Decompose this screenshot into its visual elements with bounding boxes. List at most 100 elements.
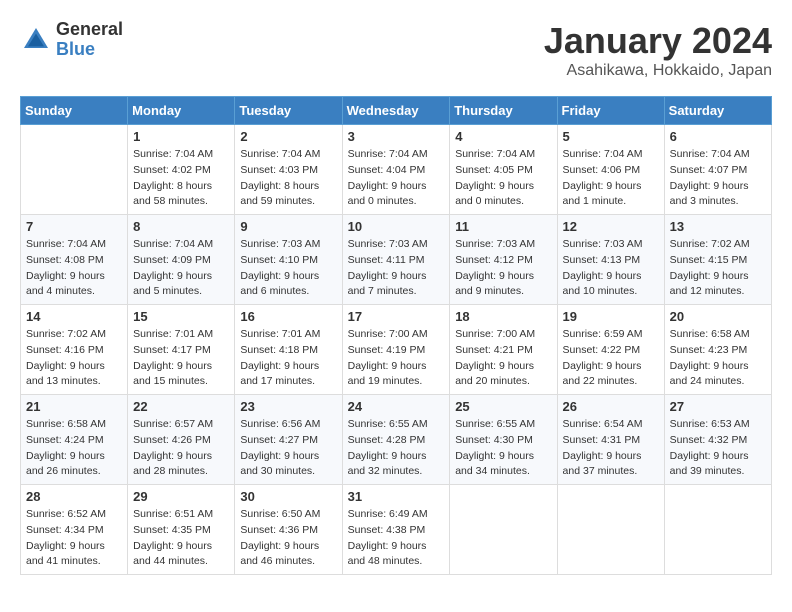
day-info: Sunrise: 6:53 AMSunset: 4:32 PMDaylight:… — [670, 417, 766, 480]
day-number: 22 — [133, 399, 229, 414]
day-number: 25 — [455, 399, 551, 414]
day-cell: 26 Sunrise: 6:54 AMSunset: 4:31 PMDayligh… — [557, 395, 664, 485]
week-row-5: 28 Sunrise: 6:52 AMSunset: 4:34 PMDayligh… — [21, 485, 772, 575]
day-number: 8 — [133, 219, 229, 234]
day-info: Sunrise: 7:03 AMSunset: 4:12 PMDaylight:… — [455, 237, 551, 300]
day-cell — [21, 125, 128, 215]
header-friday: Friday — [557, 97, 664, 125]
calendar-table: SundayMondayTuesdayWednesdayThursdayFrid… — [20, 96, 772, 575]
day-number: 28 — [26, 489, 122, 504]
day-number: 15 — [133, 309, 229, 324]
day-cell: 20 Sunrise: 6:58 AMSunset: 4:23 PMDayligh… — [664, 305, 771, 395]
header-saturday: Saturday — [664, 97, 771, 125]
day-info: Sunrise: 7:01 AMSunset: 4:17 PMDaylight:… — [133, 327, 229, 390]
day-number: 20 — [670, 309, 766, 324]
day-cell: 31Sunrise: 6:49 AMSunset: 4:38 PMDayligh… — [342, 485, 450, 575]
day-cell: 15 Sunrise: 7:01 AMSunset: 4:17 PMDayligh… — [128, 305, 235, 395]
day-info: Sunrise: 7:02 AMSunset: 4:16 PMDaylight:… — [26, 327, 122, 390]
day-cell: 13 Sunrise: 7:02 AMSunset: 4:15 PMDayligh… — [664, 215, 771, 305]
day-cell: 9 Sunrise: 7:03 AMSunset: 4:10 PMDaylight… — [235, 215, 342, 305]
day-cell: 25 Sunrise: 6:55 AMSunset: 4:30 PMDayligh… — [450, 395, 557, 485]
day-number: 14 — [26, 309, 122, 324]
header-wednesday: Wednesday — [342, 97, 450, 125]
day-info: Sunrise: 7:00 AMSunset: 4:19 PMDaylight:… — [348, 327, 445, 390]
day-cell: 17Sunrise: 7:00 AMSunset: 4:19 PMDayligh… — [342, 305, 450, 395]
day-cell: 29 Sunrise: 6:51 AMSunset: 4:35 PMDayligh… — [128, 485, 235, 575]
day-number: 31 — [348, 489, 445, 504]
day-cell: 14 Sunrise: 7:02 AMSunset: 4:16 PMDayligh… — [21, 305, 128, 395]
day-number: 9 — [240, 219, 336, 234]
page-header: General Blue January 2024 Asahikawa, Hok… — [20, 20, 772, 80]
header-monday: Monday — [128, 97, 235, 125]
day-info: Sunrise: 6:57 AMSunset: 4:26 PMDaylight:… — [133, 417, 229, 480]
day-number: 23 — [240, 399, 336, 414]
day-info: Sunrise: 7:04 AMSunset: 4:05 PMDaylight:… — [455, 147, 551, 210]
day-cell: 27 Sunrise: 6:53 AMSunset: 4:32 PMDayligh… — [664, 395, 771, 485]
day-cell: 10 Sunrise: 7:03 AMSunset: 4:11 PMDayligh… — [342, 215, 450, 305]
day-info: Sunrise: 7:03 AMSunset: 4:11 PMDaylight:… — [348, 237, 445, 300]
day-number: 24 — [348, 399, 445, 414]
day-info: Sunrise: 7:04 AMSunset: 4:07 PMDaylight:… — [670, 147, 766, 210]
day-cell: 30 Sunrise: 6:50 AMSunset: 4:36 PMDayligh… — [235, 485, 342, 575]
day-number: 27 — [670, 399, 766, 414]
day-number: 30 — [240, 489, 336, 504]
day-info: Sunrise: 7:04 AMSunset: 4:06 PMDaylight:… — [563, 147, 659, 210]
day-info: Sunrise: 6:59 AMSunset: 4:22 PMDaylight:… — [563, 327, 659, 390]
day-info: Sunrise: 7:03 AMSunset: 4:13 PMDaylight:… — [563, 237, 659, 300]
day-cell: 23Sunrise: 6:56 AMSunset: 4:27 PMDayligh… — [235, 395, 342, 485]
day-number: 29 — [133, 489, 229, 504]
day-info: Sunrise: 7:04 AMSunset: 4:04 PMDaylight:… — [348, 147, 445, 210]
header-thursday: Thursday — [450, 97, 557, 125]
day-cell — [450, 485, 557, 575]
day-info: Sunrise: 6:51 AMSunset: 4:35 PMDaylight:… — [133, 507, 229, 570]
day-info: Sunrise: 6:50 AMSunset: 4:36 PMDaylight:… — [240, 507, 336, 570]
day-cell: 4 Sunrise: 7:04 AMSunset: 4:05 PMDaylight… — [450, 125, 557, 215]
day-cell: 3 Sunrise: 7:04 AMSunset: 4:04 PMDaylight… — [342, 125, 450, 215]
day-info: Sunrise: 7:02 AMSunset: 4:15 PMDaylight:… — [670, 237, 766, 300]
week-row-4: 21Sunrise: 6:58 AMSunset: 4:24 PMDayligh… — [21, 395, 772, 485]
day-info: Sunrise: 6:55 AMSunset: 4:30 PMDaylight:… — [455, 417, 551, 480]
logo-text: General Blue — [56, 20, 123, 60]
logo-icon — [20, 24, 52, 56]
day-cell: 21Sunrise: 6:58 AMSunset: 4:24 PMDayligh… — [21, 395, 128, 485]
day-cell: 24 Sunrise: 6:55 AMSunset: 4:28 PMDayligh… — [342, 395, 450, 485]
calendar-header-row: SundayMondayTuesdayWednesdayThursdayFrid… — [21, 97, 772, 125]
week-row-2: 7Sunrise: 7:04 AMSunset: 4:08 PMDaylight… — [21, 215, 772, 305]
month-title: January 2024 — [544, 20, 772, 62]
day-number: 26 — [563, 399, 659, 414]
day-number: 3 — [348, 129, 445, 144]
location-title: Asahikawa, Hokkaido, Japan — [544, 62, 772, 80]
title-section: January 2024 Asahikawa, Hokkaido, Japan — [544, 20, 772, 80]
day-cell: 22 Sunrise: 6:57 AMSunset: 4:26 PMDayligh… — [128, 395, 235, 485]
day-info: Sunrise: 6:58 AMSunset: 4:23 PMDaylight:… — [670, 327, 766, 390]
day-number: 2 — [240, 129, 336, 144]
day-info: Sunrise: 7:03 AMSunset: 4:10 PMDaylight:… — [240, 237, 336, 300]
day-number: 19 — [563, 309, 659, 324]
day-info: Sunrise: 6:52 AMSunset: 4:34 PMDaylight:… — [26, 507, 122, 570]
logo: General Blue — [20, 20, 123, 60]
day-cell: 6Sunrise: 7:04 AMSunset: 4:07 PMDaylight… — [664, 125, 771, 215]
day-number: 16 — [240, 309, 336, 324]
day-number: 18 — [455, 309, 551, 324]
day-cell: 28 Sunrise: 6:52 AMSunset: 4:34 PMDayligh… — [21, 485, 128, 575]
day-number: 11 — [455, 219, 551, 234]
day-cell — [557, 485, 664, 575]
day-info: Sunrise: 6:54 AMSunset: 4:31 PMDaylight:… — [563, 417, 659, 480]
day-number: 13 — [670, 219, 766, 234]
day-cell: 8Sunrise: 7:04 AMSunset: 4:09 PMDaylight… — [128, 215, 235, 305]
day-cell: 5Sunrise: 7:04 AMSunset: 4:06 PMDaylight… — [557, 125, 664, 215]
day-info: Sunrise: 6:55 AMSunset: 4:28 PMDaylight:… — [348, 417, 445, 480]
week-row-1: 1Sunrise: 7:04 AMSunset: 4:02 PMDaylight… — [21, 125, 772, 215]
day-number: 21 — [26, 399, 122, 414]
day-cell: 2 Sunrise: 7:04 AMSunset: 4:03 PMDaylight… — [235, 125, 342, 215]
day-cell: 7Sunrise: 7:04 AMSunset: 4:08 PMDaylight… — [21, 215, 128, 305]
day-number: 10 — [348, 219, 445, 234]
week-row-3: 14 Sunrise: 7:02 AMSunset: 4:16 PMDayligh… — [21, 305, 772, 395]
day-number: 4 — [455, 129, 551, 144]
day-info: Sunrise: 7:04 AMSunset: 4:03 PMDaylight:… — [240, 147, 336, 210]
day-cell: 18Sunrise: 7:00 AMSunset: 4:21 PMDayligh… — [450, 305, 557, 395]
day-cell: 1Sunrise: 7:04 AMSunset: 4:02 PMDaylight… — [128, 125, 235, 215]
day-number: 12 — [563, 219, 659, 234]
day-cell: 11 Sunrise: 7:03 AMSunset: 4:12 PMDayligh… — [450, 215, 557, 305]
header-sunday: Sunday — [21, 97, 128, 125]
